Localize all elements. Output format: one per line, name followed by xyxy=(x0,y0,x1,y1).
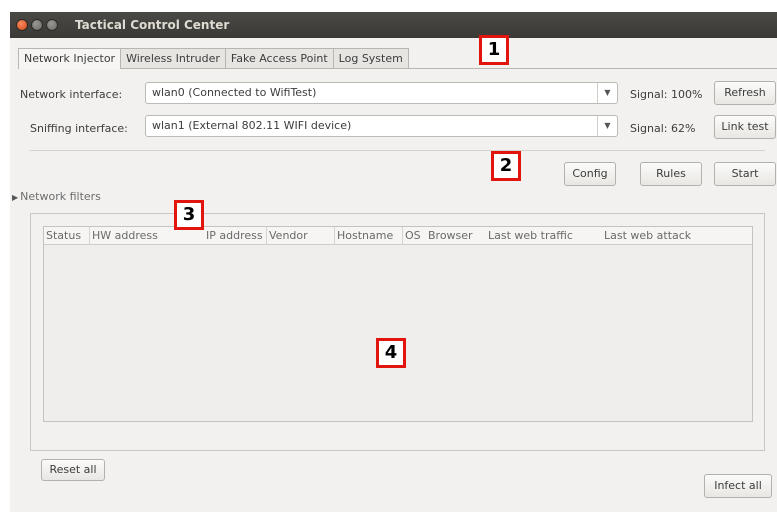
expand-triangle-icon: ▶ xyxy=(12,193,19,202)
table-header: Status HW address IP address Vendor Host… xyxy=(44,227,752,245)
chevron-down-icon: ▼ xyxy=(597,116,617,136)
annotation-marker-1: 1 xyxy=(479,35,509,65)
reset-all-button[interactable]: Reset all xyxy=(41,459,105,481)
tab-bar: Network Injector Wireless Intruder Fake … xyxy=(18,48,409,69)
minimize-window-icon[interactable] xyxy=(31,19,43,31)
column-os[interactable]: OS xyxy=(402,227,421,245)
network-filters-label: Network filters xyxy=(20,190,101,203)
network-interface-select[interactable]: wlan0 (Connected to WifiTest) ▼ xyxy=(145,82,618,104)
network-filters-expander[interactable]: ▶ Network filters xyxy=(12,190,101,203)
annotation-marker-4: 4 xyxy=(376,338,406,368)
hosts-panel: Status HW address IP address Vendor Host… xyxy=(30,213,765,481)
maximize-window-icon[interactable] xyxy=(46,19,58,31)
tab-wireless-intruder[interactable]: Wireless Intruder xyxy=(120,48,226,68)
column-last-web-traffic[interactable]: Last web traffic xyxy=(486,227,573,245)
hosts-table[interactable]: Status HW address IP address Vendor Host… xyxy=(43,226,753,422)
annotation-marker-2: 2 xyxy=(491,151,521,181)
infect-all-button[interactable]: Infect all xyxy=(704,474,772,498)
tab-divider xyxy=(18,68,777,69)
link-test-button[interactable]: Link test xyxy=(714,115,776,139)
rules-button[interactable]: Rules xyxy=(640,162,702,186)
network-signal-text: Signal: 100% xyxy=(630,88,703,101)
sniffing-signal-text: Signal: 62% xyxy=(630,122,696,135)
sniffing-interface-label: Sniffing interface: xyxy=(30,122,128,135)
network-interface-value: wlan0 (Connected to WifiTest) xyxy=(152,86,317,99)
refresh-button[interactable]: Refresh xyxy=(714,81,776,105)
column-last-web-attack[interactable]: Last web attack xyxy=(602,227,691,245)
sniffing-interface-value: wlan1 (External 802.11 WIFI device) xyxy=(152,119,352,132)
close-window-icon[interactable] xyxy=(16,19,28,31)
column-vendor[interactable]: Vendor xyxy=(266,227,308,245)
column-browser[interactable]: Browser xyxy=(426,227,473,245)
window-title: Tactical Control Center xyxy=(75,18,230,32)
chevron-down-icon: ▼ xyxy=(597,83,617,103)
column-status[interactable]: Status xyxy=(44,227,81,245)
tab-fake-access-point[interactable]: Fake Access Point xyxy=(224,48,334,68)
config-button[interactable]: Config xyxy=(564,162,616,186)
start-button[interactable]: Start xyxy=(714,162,776,186)
tab-network-injector[interactable]: Network Injector xyxy=(18,48,122,69)
title-bar: Tactical Control Center xyxy=(10,12,777,38)
sniffing-interface-select[interactable]: wlan1 (External 802.11 WIFI device) ▼ xyxy=(145,115,618,137)
annotation-marker-3: 3 xyxy=(174,200,204,230)
main-window: Network Injector Wireless Intruder Fake … xyxy=(10,38,777,512)
tab-log-system[interactable]: Log System xyxy=(332,48,409,68)
column-hw-address[interactable]: HW address xyxy=(89,227,158,245)
column-ip-address[interactable]: IP address xyxy=(204,227,263,245)
network-interface-label: Network interface: xyxy=(20,88,123,101)
section-divider xyxy=(30,150,765,151)
column-hostname[interactable]: Hostname xyxy=(334,227,393,245)
